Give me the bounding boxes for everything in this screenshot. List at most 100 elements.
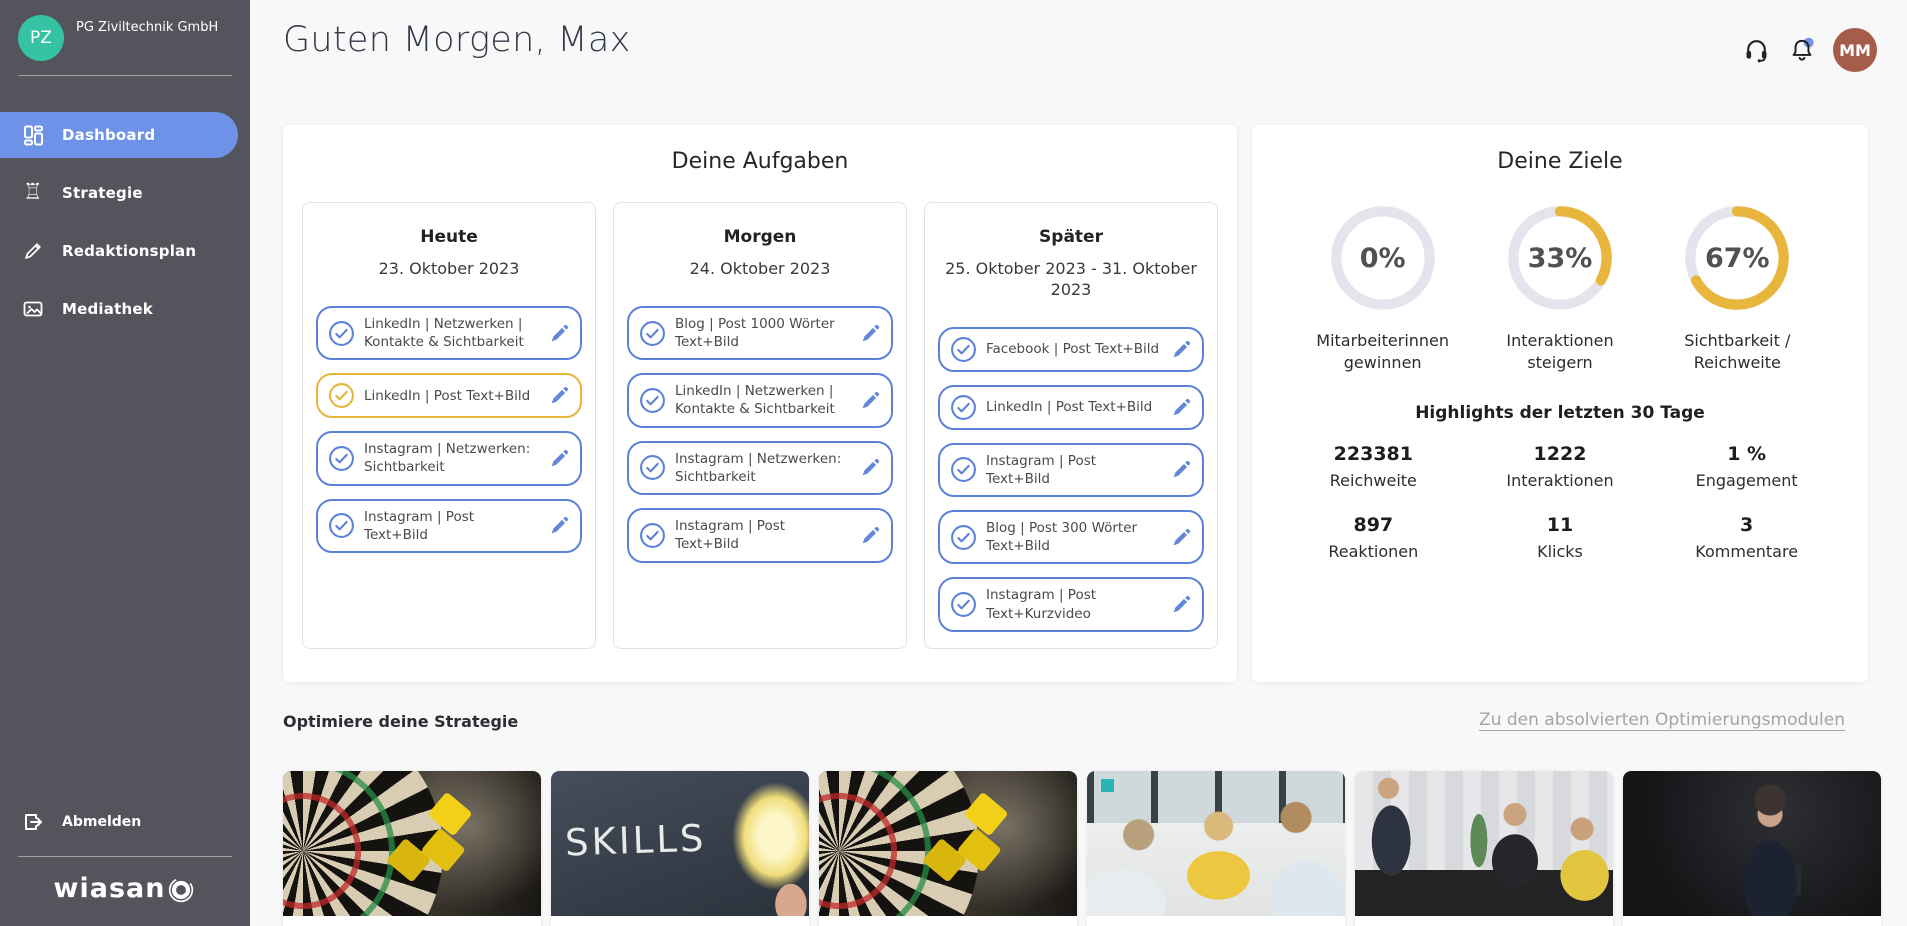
edit-pencil-icon[interactable] bbox=[860, 323, 881, 344]
highlights-title: Highlights der letzten 30 Tage bbox=[1415, 403, 1705, 424]
edit-pencil-icon[interactable] bbox=[1171, 339, 1192, 360]
sidebar-item-label: Redaktionsplan bbox=[62, 242, 197, 260]
column-date: 24. Oktober 2023 bbox=[689, 259, 831, 278]
thumbnail-art-dartboard bbox=[819, 771, 1077, 916]
task-list: LinkedIn | Netzwerken | Kontakte & Sicht… bbox=[316, 305, 582, 554]
stat-value: 897 bbox=[1353, 514, 1394, 537]
sidebar-item-redaktionsplan[interactable]: Redaktionsplan bbox=[0, 228, 250, 274]
task-list: Blog | Post 1000 Wörter Text+Bild Linked… bbox=[627, 305, 893, 563]
donut-percent: 67% bbox=[1704, 242, 1770, 274]
task-item[interactable]: LinkedIn | Netzwerken | Kontakte & Sicht… bbox=[627, 373, 893, 428]
strategy-thumbnail-woman-tablet[interactable] bbox=[1623, 771, 1881, 926]
headset-support-icon[interactable] bbox=[1741, 35, 1771, 65]
check-circle-icon[interactable] bbox=[950, 336, 977, 363]
wiasano-logo-ring bbox=[169, 877, 194, 902]
notifications-bell-icon[interactable] bbox=[1787, 35, 1817, 65]
column-date: 25. Oktober 2023 - 31. Oktober 2023 bbox=[945, 259, 1197, 299]
edit-pencil-icon[interactable] bbox=[860, 457, 881, 478]
check-circle-icon[interactable] bbox=[639, 387, 666, 414]
org-avatar: PZ bbox=[18, 15, 64, 61]
edit-pencil-icon[interactable] bbox=[549, 323, 570, 344]
strategy-section-title: Optimiere deine Strategie bbox=[283, 712, 519, 731]
check-circle-icon[interactable] bbox=[950, 456, 977, 483]
task-columns: Heute 23. Oktober 2023 LinkedIn | Netzwe… bbox=[283, 202, 1237, 649]
strategy-thumbnail-meeting[interactable] bbox=[1087, 771, 1345, 926]
task-item[interactable]: Blog | Post 300 Wörter Text+Bild bbox=[938, 510, 1204, 565]
sidebar-item-dashboard[interactable]: Dashboard bbox=[0, 112, 238, 158]
edit-pencil-icon[interactable] bbox=[549, 385, 570, 406]
dashboard-grid-icon bbox=[21, 123, 45, 147]
task-item[interactable]: Instagram | Netzwerken: Sichtbarkeit bbox=[316, 431, 582, 486]
chess-rook-icon: ♖ bbox=[23, 180, 43, 205]
user-avatar[interactable]: MM bbox=[1833, 28, 1877, 72]
stat-klicks: 11 Klicks bbox=[1467, 514, 1654, 561]
stat-value: 1222 bbox=[1533, 443, 1587, 466]
edit-pencil-icon[interactable] bbox=[1171, 527, 1192, 548]
task-item[interactable]: LinkedIn | Netzwerken | Kontakte & Sicht… bbox=[316, 305, 582, 361]
task-label: Instagram | Post Text+Kurzvideo bbox=[986, 587, 1097, 622]
wiasano-logo: wiasan bbox=[0, 857, 250, 926]
stat-reaktionen: 897 Reaktionen bbox=[1280, 514, 1467, 561]
edit-pencil-icon[interactable] bbox=[549, 515, 570, 536]
edit-pencil-icon[interactable] bbox=[549, 448, 570, 469]
check-circle-icon[interactable] bbox=[328, 382, 355, 409]
goal-label: Mitarbeiterinnen gewinnen bbox=[1316, 331, 1450, 372]
strategy-thumbnail-desk-team[interactable] bbox=[1355, 771, 1613, 926]
goals-card: Deine Ziele 0% Mitarbeiterinnen gewinnen bbox=[1252, 125, 1868, 682]
stat-interaktionen: 1222 Interaktionen bbox=[1467, 443, 1654, 490]
thumbnail-art-dartboard bbox=[283, 771, 541, 916]
edit-pencil-icon[interactable] bbox=[1171, 397, 1192, 418]
thumbnail-art-desk-team bbox=[1355, 771, 1613, 916]
task-item-highlighted[interactable]: LinkedIn | Post Text+Bild bbox=[316, 373, 582, 419]
sidebar-divider-top bbox=[18, 75, 232, 76]
task-item[interactable]: Instagram | Post Text+Bild bbox=[316, 498, 582, 554]
task-item[interactable]: Instagram | Post Text+Bild bbox=[938, 442, 1204, 498]
stat-kommentare: 3 Kommentare bbox=[1653, 514, 1840, 561]
goals-donut-row: 0% Mitarbeiterinnen gewinnen 33% Interak… bbox=[1252, 202, 1868, 373]
check-circle-icon[interactable] bbox=[328, 445, 355, 472]
check-circle-icon[interactable] bbox=[950, 524, 977, 551]
highlights-stats: 223381 Reichweite 1222 Interaktionen 1 %… bbox=[1252, 443, 1868, 561]
check-circle-icon[interactable] bbox=[328, 512, 355, 539]
task-item[interactable]: Facebook | Post Text+Bild bbox=[938, 326, 1204, 372]
stat-reichweite: 223381 Reichweite bbox=[1280, 443, 1467, 490]
stat-value: 3 bbox=[1740, 514, 1754, 537]
completed-modules-link[interactable]: Zu den absolvierten Optimierungsmodulen bbox=[1479, 710, 1845, 730]
main-content: Guten Morgen, Max MM Deine Aufgaben Heut… bbox=[250, 0, 1907, 926]
task-column-heute: Heute 23. Oktober 2023 LinkedIn | Netzwe… bbox=[302, 202, 596, 649]
edit-pencil-icon[interactable] bbox=[860, 525, 881, 546]
stat-label: Klicks bbox=[1537, 542, 1583, 562]
check-circle-icon[interactable] bbox=[328, 320, 355, 347]
check-circle-icon[interactable] bbox=[639, 522, 666, 549]
task-label: Facebook | Post Text+Bild bbox=[986, 340, 1160, 357]
task-item[interactable]: Instagram | Netzwerken: Sichtbarkeit bbox=[627, 440, 893, 496]
stat-value: 11 bbox=[1546, 514, 1574, 537]
stat-value: 1 % bbox=[1727, 443, 1767, 466]
org-name: PG Ziviltechnik GmbH bbox=[76, 20, 219, 35]
sidebar-item-strategie[interactable]: ♖ Strategie bbox=[0, 170, 250, 216]
stat-value: 223381 bbox=[1333, 443, 1413, 466]
check-circle-icon[interactable] bbox=[950, 394, 977, 421]
thumbnail-art-woman-tablet bbox=[1623, 771, 1881, 916]
task-item[interactable]: LinkedIn | Post Text+Bild bbox=[938, 384, 1204, 430]
sidebar-item-mediathek[interactable]: Mediathek bbox=[0, 286, 250, 332]
edit-pencil-icon[interactable] bbox=[1171, 594, 1192, 615]
strategy-thumbnail-skills[interactable]: SKILLS bbox=[551, 771, 809, 926]
check-circle-icon[interactable] bbox=[639, 320, 666, 347]
wiasano-logo-text: wiasan bbox=[53, 873, 166, 904]
check-circle-icon[interactable] bbox=[950, 591, 977, 618]
edit-pencil-icon[interactable] bbox=[860, 390, 881, 411]
task-label: LinkedIn | Netzwerken | Kontakte & Sicht… bbox=[364, 315, 524, 351]
strategy-thumbnail-dartboard-1[interactable] bbox=[283, 771, 541, 926]
task-item[interactable]: Blog | Post 1000 Wörter Text+Bild bbox=[627, 305, 893, 361]
check-circle-icon[interactable] bbox=[639, 454, 666, 481]
edit-pencil-icon[interactable] bbox=[1171, 459, 1192, 480]
task-label: Blog | Post 1000 Wörter Text+Bild bbox=[675, 315, 835, 351]
strategy-thumbnail-dartboard-2[interactable] bbox=[819, 771, 1077, 926]
donut-percent: 33% bbox=[1527, 242, 1593, 274]
task-item[interactable]: Instagram | Post Text+Kurzvideo bbox=[938, 577, 1204, 632]
task-label: Instagram | Netzwerken: Sichtbarkeit bbox=[675, 450, 842, 485]
donut-chart: 67% bbox=[1681, 202, 1793, 314]
logout-button[interactable]: Abmelden bbox=[0, 802, 250, 842]
task-item[interactable]: Instagram | Post Text+Bild bbox=[627, 508, 893, 563]
